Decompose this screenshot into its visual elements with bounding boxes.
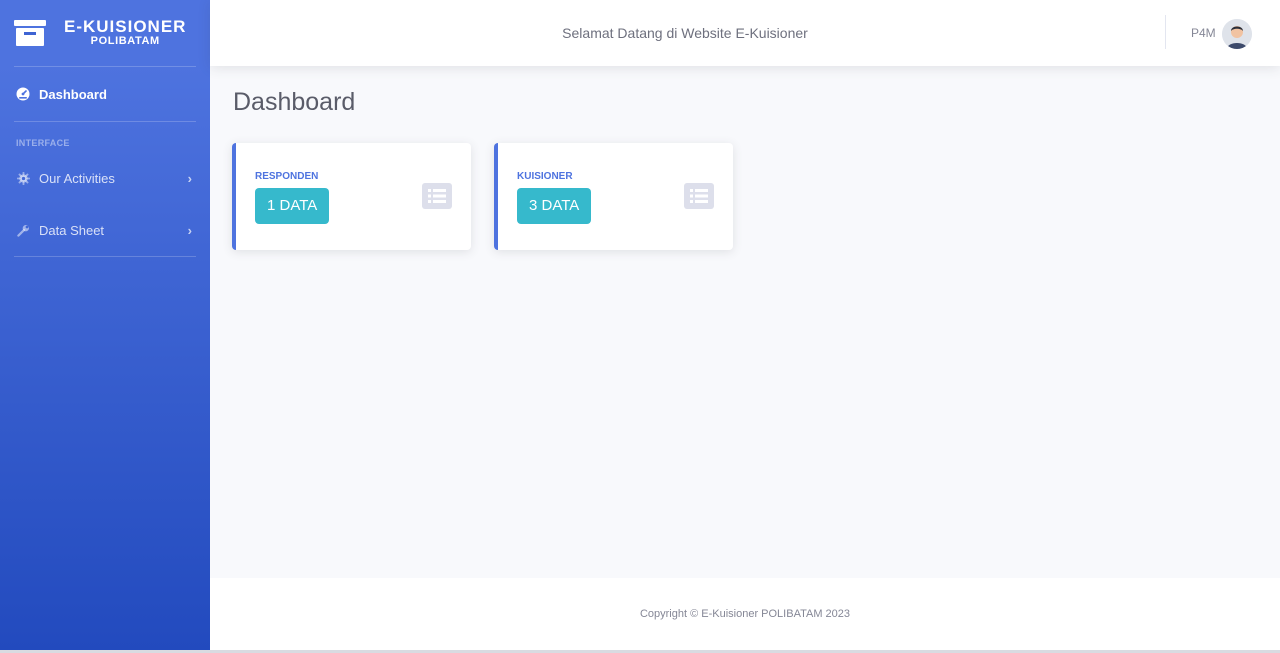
- chevron-right-icon: ›: [187, 222, 192, 238]
- welcome-message: Selamat Datang di Website E-Kuisioner: [562, 25, 808, 41]
- wrench-icon: [16, 223, 30, 237]
- sidebar-heading: INTERFACE: [16, 138, 70, 148]
- sidebar-item-data-sheet[interactable]: Data Sheet ›: [0, 204, 210, 256]
- kuisioner-card[interactable]: KUISIONER 3 DATA: [494, 143, 733, 250]
- copyright-text: Copyright © E-Kuisioner POLIBATAM 2023: [639, 608, 851, 620]
- sidebar-item-label: Our Activities: [39, 170, 115, 186]
- sidebar-item-label: Data Sheet: [39, 222, 105, 238]
- card-label: KUISIONER: [517, 171, 573, 182]
- user-name[interactable]: P4M: [1191, 0, 1216, 66]
- tachometer-icon: [16, 87, 30, 101]
- page-title: Dashboard: [233, 88, 356, 116]
- topbar-divider: [1165, 15, 1166, 49]
- sidebar-item-dashboard[interactable]: Dashboard: [0, 67, 210, 121]
- brand-link[interactable]: E-KUISIONER POLIBATAM: [0, 0, 210, 66]
- brand-text: E-KUISIONER POLIBATAM: [64, 18, 186, 47]
- topbar: Selamat Datang di Website E-Kuisioner P4…: [210, 0, 1280, 66]
- brand-title: E-KUISIONER: [64, 17, 187, 37]
- sidebar-divider: [14, 256, 196, 257]
- footer: Copyright © E-Kuisioner POLIBATAM 2023: [210, 578, 1280, 650]
- list-icon: [684, 183, 714, 209]
- sidebar: E-KUISIONER POLIBATAM Dashboard INTERFAC…: [0, 0, 210, 653]
- archive-icon: [14, 20, 46, 46]
- sidebar-item-label: Dashboard: [39, 86, 107, 102]
- sidebar-item-our-activities[interactable]: Our Activities ›: [0, 152, 210, 204]
- cog-icon: [16, 171, 30, 185]
- card-label: RESPONDEN: [255, 171, 319, 182]
- list-icon: [422, 183, 452, 209]
- avatar[interactable]: [1222, 19, 1252, 49]
- card-value-badge: 3 DATA: [517, 188, 592, 224]
- responden-card[interactable]: RESPONDEN 1 DATA: [232, 143, 471, 250]
- card-value-badge: 1 DATA: [255, 188, 330, 224]
- chevron-right-icon: ›: [187, 170, 192, 186]
- brand-subtitle: POLIBATAM: [90, 35, 160, 48]
